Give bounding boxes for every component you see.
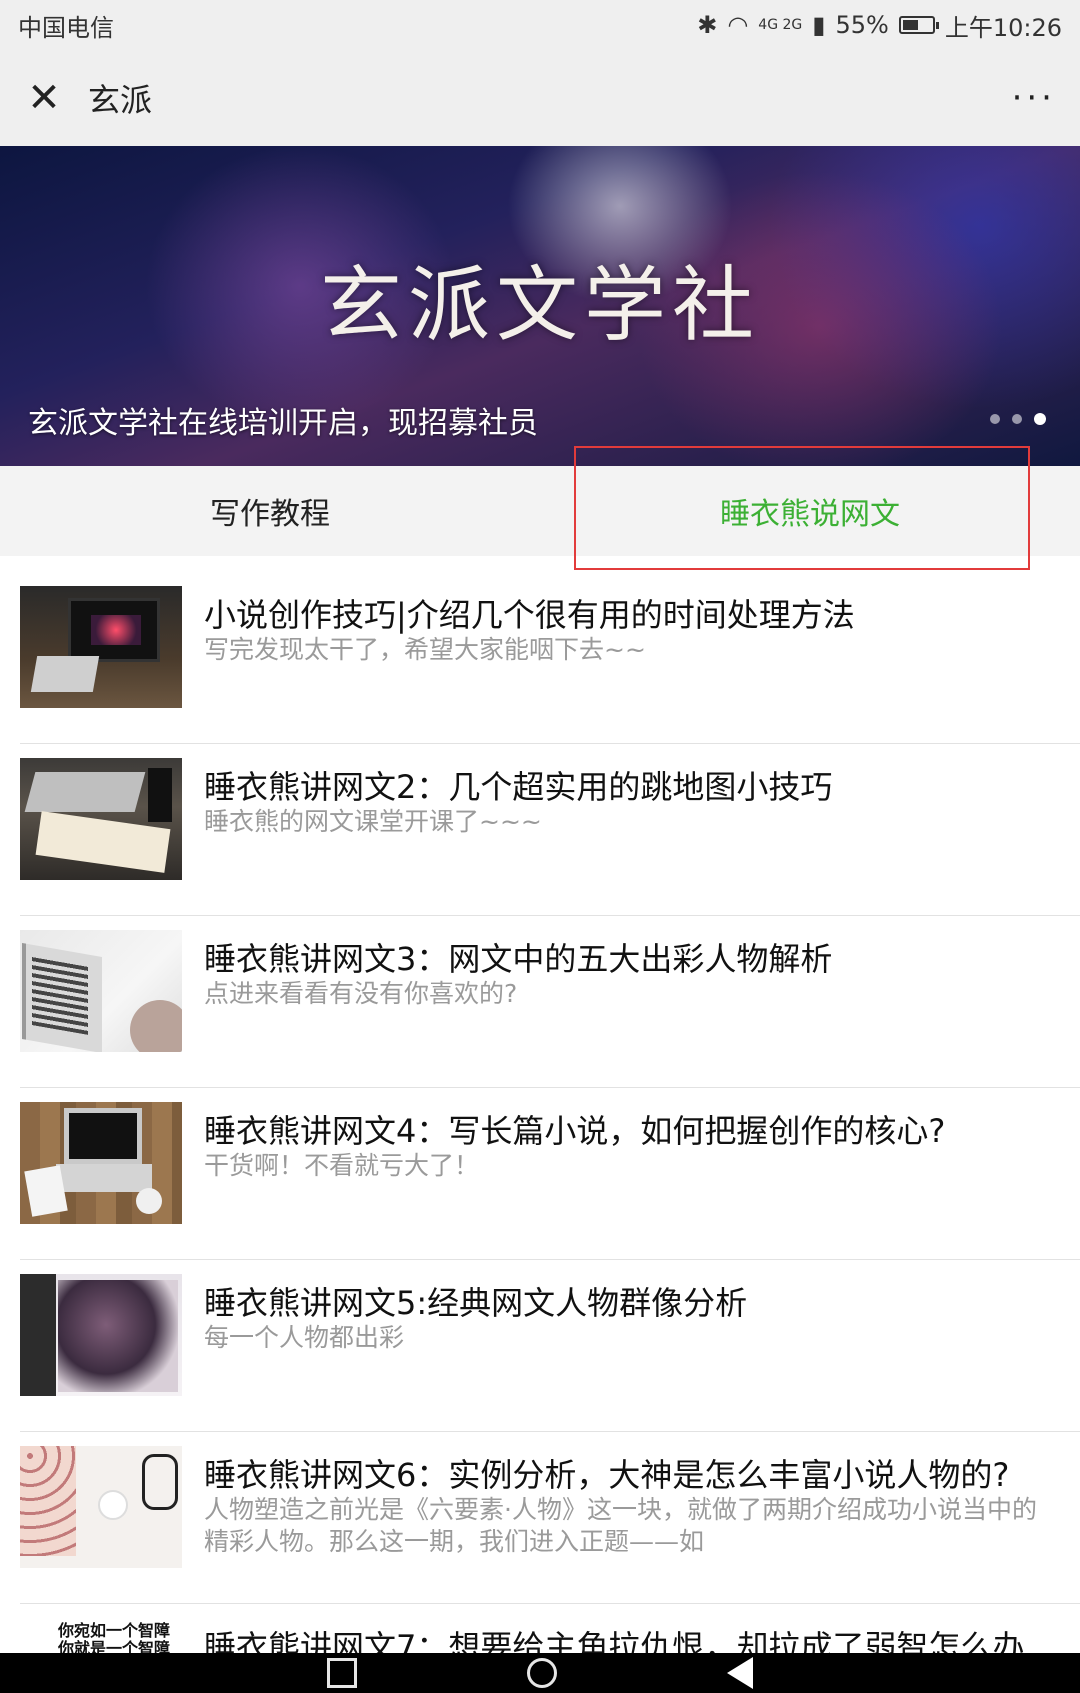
article-thumbnail — [20, 1446, 182, 1568]
status-indicators: ✱ ◠ 4G 2G ▮ 55% 上午10:26 — [697, 8, 1062, 43]
article-title: 小说创作技巧|介绍几个很有用的时间处理方法 — [204, 596, 855, 634]
bluetooth-icon: ✱ — [697, 11, 718, 39]
clock: 上午10:26 — [944, 13, 1062, 42]
article-item[interactable]: 睡衣熊讲网文3：网文中的五大出彩人物解析 点进来看看有没有你喜欢的? — [20, 916, 1080, 1088]
article-thumbnail — [20, 1274, 182, 1396]
article-desc: 每一个人物都出彩 — [204, 1323, 405, 1352]
tab-writing-tutorial[interactable]: 写作教程 — [0, 466, 540, 556]
banner-title: 玄派文学社 — [319, 258, 760, 353]
page-title: 玄派 — [88, 81, 153, 119]
battery-icon — [898, 16, 939, 34]
tab-bar: 写作教程 睡衣熊说网文 — [0, 466, 1080, 556]
battery-fill — [902, 20, 918, 30]
article-desc: 睡衣熊的网文课堂开课了~~~ — [204, 807, 542, 836]
article-item[interactable]: 小说创作技巧|介绍几个很有用的时间处理方法 写完发现太干了，希望大家能咽下去~~ — [20, 572, 1080, 744]
article-thumbnail — [20, 930, 182, 1052]
back-icon[interactable] — [727, 1657, 753, 1689]
article-list: 小说创作技巧|介绍几个很有用的时间处理方法 写完发现太干了，希望大家能咽下去~~… — [0, 572, 1080, 1693]
title-bar: ✕ 玄派 ··· — [0, 50, 1080, 146]
article-title: 睡衣熊讲网文2：几个超实用的跳地图小技巧 — [204, 768, 833, 806]
carrier-label: 中国电信 — [18, 13, 114, 42]
network-label: 4G 2G — [758, 17, 803, 33]
carousel-dot[interactable] — [1034, 413, 1046, 425]
article-title: 睡衣熊讲网文3：网文中的五大出彩人物解析 — [204, 940, 833, 978]
article-desc: 人物塑造之前光是《六要素·人物》这一块，就做了两期介绍成功小说当中的精彩人物。那… — [204, 1495, 1037, 1556]
article-item[interactable]: 睡衣熊讲网文6：实例分析，大神是怎么丰富小说人物的? 人物塑造之前光是《六要素·… — [20, 1432, 1080, 1604]
article-item[interactable]: 睡衣熊讲网文2：几个超实用的跳地图小技巧 睡衣熊的网文课堂开课了~~~ — [20, 744, 1080, 916]
home-icon[interactable] — [527, 1658, 557, 1688]
article-thumbnail — [20, 758, 182, 880]
carousel-indicator — [990, 413, 1046, 425]
battery-percent: 55% — [835, 11, 889, 39]
banner-carousel[interactable]: 玄派文学社 玄派文学社在线培训开启，现招募社员 — [0, 146, 1080, 466]
signal-icon: ▮ — [812, 11, 826, 39]
article-title: 睡衣熊讲网文5:经典网文人物群像分析 — [204, 1284, 748, 1322]
banner-caption: 玄派文学社在线培训开启，现招募社员 — [28, 406, 538, 441]
system-nav-bar — [0, 1653, 1080, 1693]
article-title: 睡衣熊讲网文4：写长篇小说，如何把握创作的核心? — [204, 1112, 946, 1150]
status-bar: 中国电信 ✱ ◠ 4G 2G ▮ 55% 上午10:26 — [0, 0, 1080, 50]
tab-pajama-bear-webnovel[interactable]: 睡衣熊说网文 — [540, 466, 1080, 556]
more-options-icon[interactable]: ··· — [1012, 78, 1056, 118]
article-desc: 写完发现太干了，希望大家能咽下去~~ — [204, 635, 646, 664]
article-thumbnail — [20, 1102, 182, 1224]
wifi-icon: ◠ — [727, 11, 749, 39]
carousel-dot[interactable] — [990, 414, 1000, 424]
carousel-dot[interactable] — [1012, 414, 1022, 424]
article-desc: 点进来看看有没有你喜欢的? — [204, 979, 518, 1008]
close-icon[interactable]: ✕ — [24, 75, 64, 121]
article-item[interactable]: 睡衣熊讲网文5:经典网文人物群像分析 每一个人物都出彩 — [20, 1260, 1080, 1432]
article-item[interactable]: 睡衣熊讲网文4：写长篇小说，如何把握创作的核心? 干货啊！不看就亏大了！ — [20, 1088, 1080, 1260]
article-thumbnail — [20, 586, 182, 708]
article-desc: 干货啊！不看就亏大了！ — [204, 1151, 480, 1180]
recents-icon[interactable] — [327, 1658, 357, 1688]
article-title: 睡衣熊讲网文6：实例分析，大神是怎么丰富小说人物的? — [204, 1456, 1010, 1494]
